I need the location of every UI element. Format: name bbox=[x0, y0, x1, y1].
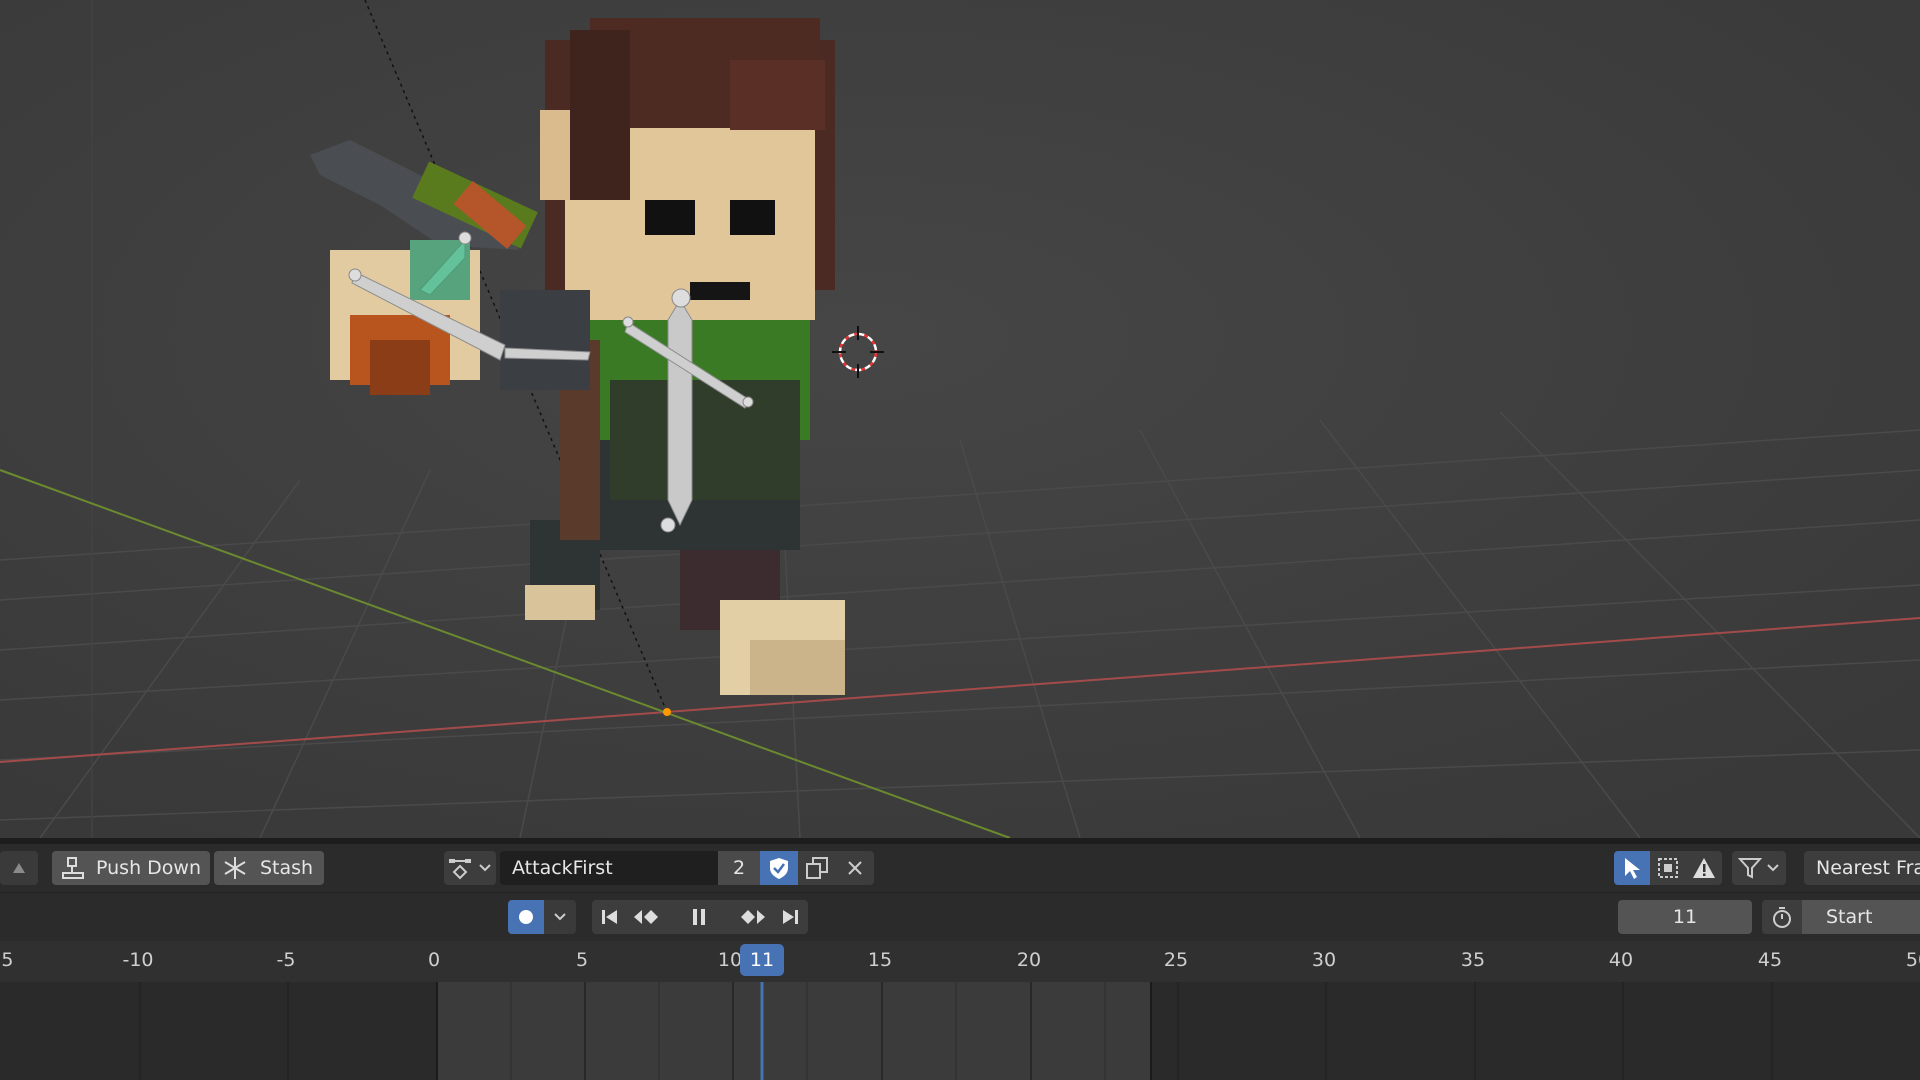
action-editor-header: Push Down Stash AttackFirst 2 Nearest Fr… bbox=[0, 844, 1920, 893]
ruler-tick: 50 bbox=[1905, 949, 1920, 971]
origin-point bbox=[663, 708, 671, 716]
start-frame-field[interactable]: Start bbox=[1802, 900, 1920, 934]
chevron-down-icon bbox=[1764, 851, 1782, 885]
ruler-tick: 25 bbox=[1163, 949, 1189, 971]
track-grid bbox=[139, 982, 1773, 1080]
action-name-field[interactable]: AttackFirst bbox=[500, 851, 718, 885]
chevron-down-icon bbox=[476, 851, 494, 885]
show-hidden-toggle[interactable] bbox=[1650, 851, 1686, 885]
fake-user-button[interactable] bbox=[760, 851, 798, 885]
ruler-tick: 15 bbox=[867, 949, 893, 971]
warning-icon bbox=[1686, 851, 1722, 885]
keying-options-dropdown[interactable] bbox=[544, 900, 576, 934]
triangle-up-icon bbox=[0, 851, 38, 885]
collapse-header-button[interactable] bbox=[0, 851, 38, 885]
prev-keyframe-button[interactable] bbox=[628, 900, 664, 934]
filters-dropdown[interactable] bbox=[1732, 851, 1786, 885]
auto-keying-toggle[interactable] bbox=[508, 900, 544, 934]
start-frame-label: Start bbox=[1826, 906, 1873, 928]
push-down-icon bbox=[58, 851, 88, 885]
prev-keyframe-icon bbox=[628, 900, 664, 934]
action-users-count[interactable]: 2 bbox=[718, 851, 760, 885]
chevron-down-icon bbox=[544, 900, 576, 934]
playhead-frame-badge[interactable]: 11 bbox=[740, 944, 784, 976]
close-icon bbox=[836, 851, 874, 885]
frame-ruler[interactable]: -15 -10 -5 0 5 10 15 20 25 30 35 40 45 5… bbox=[0, 941, 1920, 982]
duplicate-action-button[interactable] bbox=[798, 851, 836, 885]
snowflake-icon bbox=[220, 851, 250, 885]
ruler-tick: 5 bbox=[575, 949, 589, 971]
blender-window: Push Down Stash AttackFirst 2 Nearest Fr… bbox=[0, 0, 1920, 1080]
box-select-icon bbox=[1650, 851, 1686, 885]
pause-icon bbox=[664, 900, 734, 934]
ruler-tick: 35 bbox=[1460, 949, 1486, 971]
next-keyframe-button[interactable] bbox=[734, 900, 772, 934]
jump-to-end-button[interactable] bbox=[772, 900, 808, 934]
stopwatch-icon bbox=[1762, 900, 1802, 934]
select-cursor-icon bbox=[1614, 851, 1650, 885]
ruler-tick: -10 bbox=[122, 949, 154, 971]
unlink-action-button[interactable] bbox=[836, 851, 874, 885]
ruler-tick: 45 bbox=[1757, 949, 1783, 971]
jump-to-start-button[interactable] bbox=[592, 900, 628, 934]
playback-controls-bar: 11 Start bbox=[0, 893, 1920, 941]
snap-mode-text: Nearest Fra bbox=[1816, 857, 1920, 879]
duplicate-icon bbox=[798, 851, 836, 885]
pause-button[interactable] bbox=[664, 900, 734, 934]
ruler-tick: 10 bbox=[717, 949, 743, 971]
push-down-button[interactable]: Push Down bbox=[52, 851, 210, 885]
stash-label: Stash bbox=[260, 857, 314, 879]
push-down-label: Push Down bbox=[96, 857, 201, 879]
filter-icon bbox=[1736, 851, 1764, 885]
jump-end-icon bbox=[772, 900, 808, 934]
jump-start-icon bbox=[592, 900, 628, 934]
ruler-tick: -5 bbox=[276, 949, 296, 971]
action-users-text: 2 bbox=[732, 857, 746, 879]
next-keyframe-icon bbox=[734, 900, 772, 934]
record-icon bbox=[508, 900, 544, 934]
current-frame-text: 11 bbox=[1672, 906, 1698, 928]
action-name-text: AttackFirst bbox=[512, 857, 613, 879]
action-track-area[interactable] bbox=[0, 982, 1920, 1080]
snap-mode-dropdown[interactable]: Nearest Fra bbox=[1804, 851, 1920, 885]
action-browse-dropdown[interactable] bbox=[444, 851, 496, 885]
viewport-scene bbox=[0, 0, 1920, 838]
ruler-tick: 30 bbox=[1311, 949, 1337, 971]
stash-button[interactable]: Stash bbox=[214, 851, 324, 885]
only-errors-toggle[interactable] bbox=[1686, 851, 1722, 885]
ruler-tick: 40 bbox=[1608, 949, 1634, 971]
current-frame-field[interactable]: 11 bbox=[1618, 900, 1752, 934]
ruler-tick: 0 bbox=[427, 949, 441, 971]
ruler-tick: 20 bbox=[1016, 949, 1042, 971]
only-show-selected-toggle[interactable] bbox=[1614, 851, 1650, 885]
3d-viewport[interactable] bbox=[0, 0, 1920, 838]
shield-icon bbox=[760, 851, 798, 885]
preview-range-toggle[interactable] bbox=[1762, 900, 1802, 934]
action-browse-icon bbox=[446, 851, 476, 885]
ruler-tick: -15 bbox=[0, 949, 14, 971]
